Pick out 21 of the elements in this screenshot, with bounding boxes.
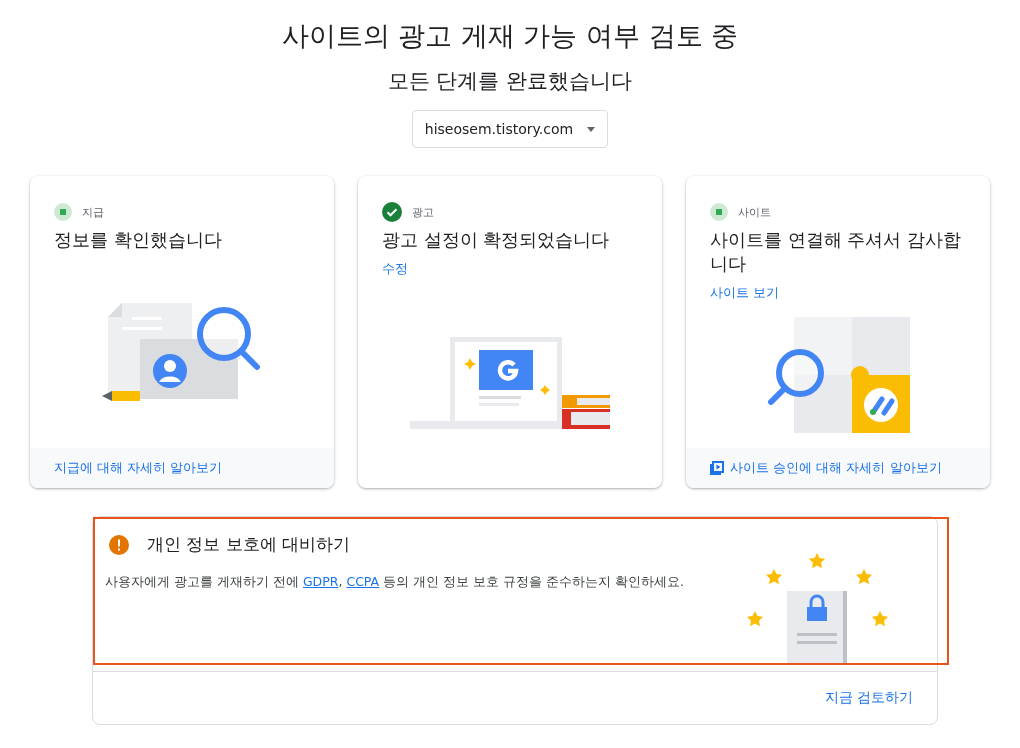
step-action-link[interactable]: 수정	[382, 260, 408, 278]
step-title: 사이트를 연결해 주셔서 감사합니다	[710, 228, 963, 276]
step-label: 사이트	[738, 204, 771, 220]
privacy-title: 개인 정보 보호에 대비하기	[147, 533, 351, 556]
video-library-icon	[710, 461, 724, 475]
step-label: 지급	[82, 204, 104, 220]
privacy-description: 사용자에게 광고를 게재하기 전에 GDPR, CCPA 등의 개인 정보 보호 규정을 준수하는지 확인하세요.	[105, 574, 684, 591]
warning-icon	[109, 534, 129, 555]
step-title: 정보를 확인했습니다	[54, 228, 223, 252]
regulation-link[interactable]: GDPR	[302, 574, 339, 589]
site-dropdown[interactable]: hiseosem.tistory.com	[411, 110, 609, 148]
caret-icon	[587, 126, 596, 132]
page-title: 사이트의 광고 게재 가능 여부 검토 중	[281, 19, 739, 53]
regulation-link[interactable]: CCPA	[346, 574, 380, 589]
page-subtitle: 모든 단계를 완료했습니다	[387, 68, 633, 95]
learn-more-link[interactable]: 사이트 승인에 대해 자세히 알아보기	[730, 459, 942, 477]
step-label: 광고	[412, 204, 434, 220]
step-title: 광고 설정이 확정되었습니다	[382, 228, 611, 252]
step-action-link[interactable]: 사이트 보기	[710, 284, 780, 302]
review-now-button[interactable]: 지금 검토하기	[820, 683, 917, 713]
learn-more-link[interactable]: 지급에 대해 자세히 알아보기	[54, 459, 223, 477]
